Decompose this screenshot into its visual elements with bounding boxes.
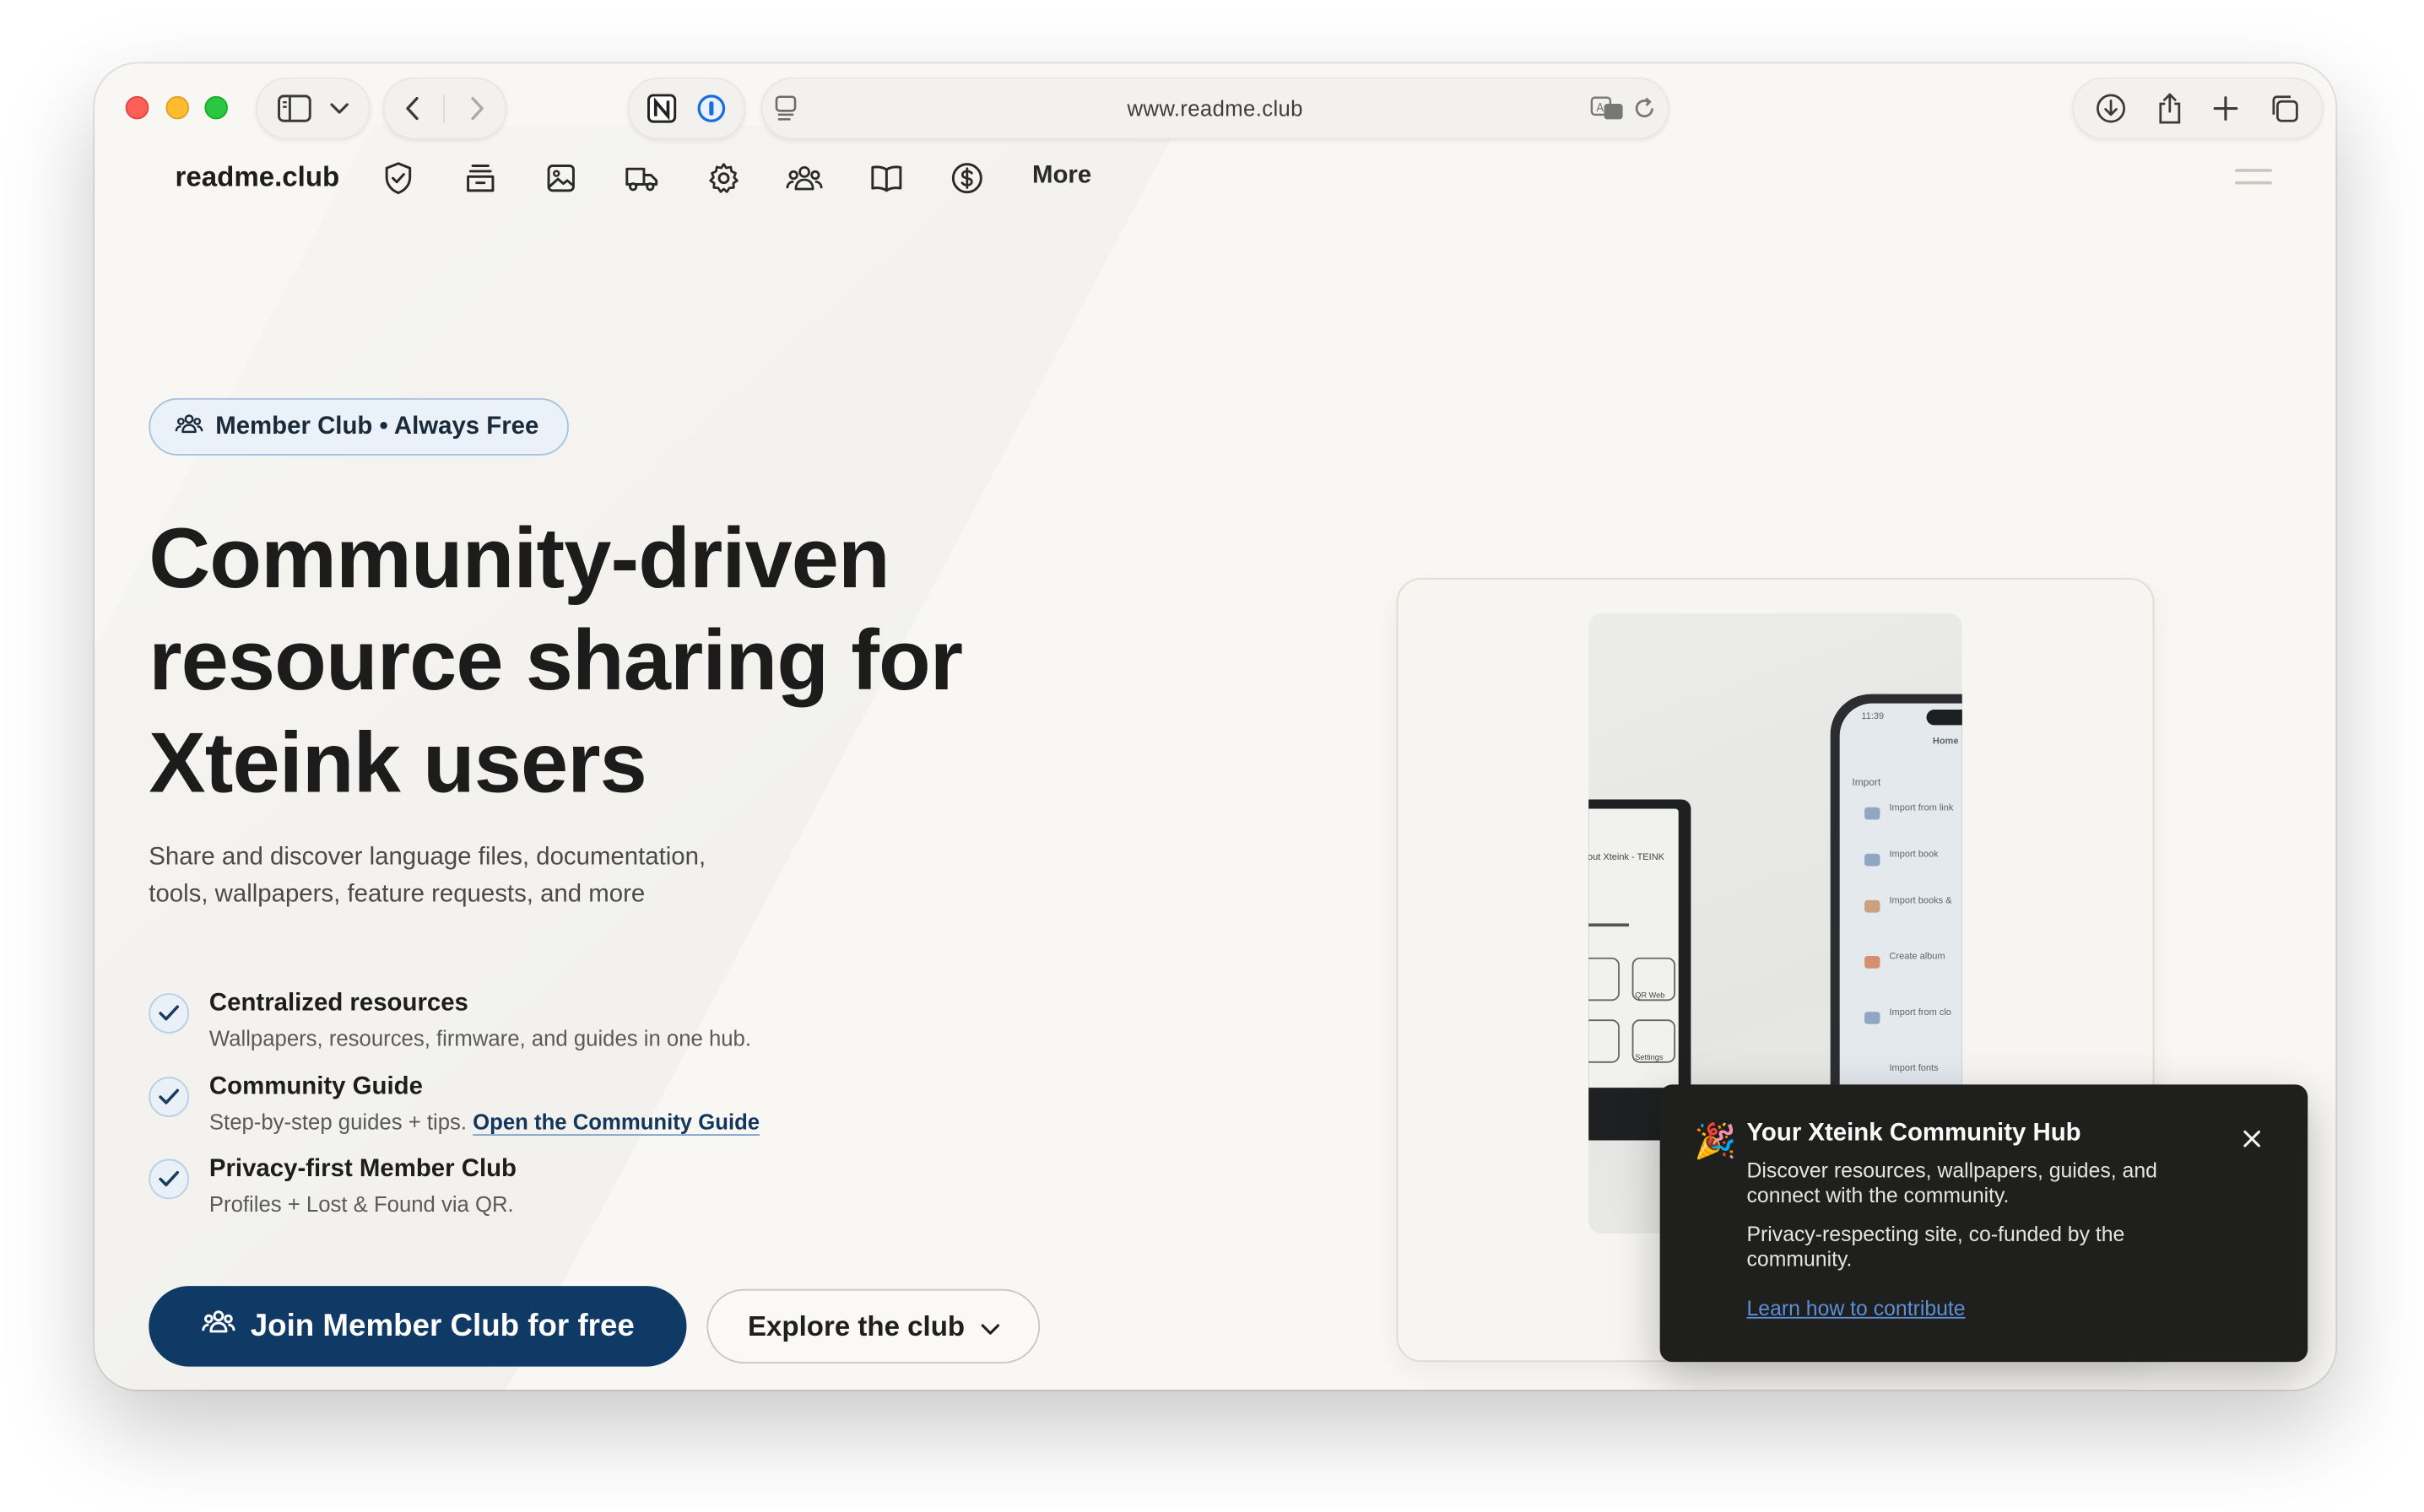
feature-description: Profiles + Lost & Found via QR. xyxy=(208,1191,514,1217)
phone-menu-item: Import books & xyxy=(1889,897,1952,907)
join-button-label: Join Member Club for free xyxy=(250,1308,635,1343)
feature-title: Privacy-first Member Club xyxy=(208,1155,517,1183)
password-manager-extension-icon[interactable] xyxy=(695,93,727,124)
browser-window: www.readme.club A readme.club More Membe… xyxy=(95,63,2336,1390)
toast-note: Privacy-respecting site, co-funded by th… xyxy=(1746,1222,2125,1271)
window-actions-group xyxy=(2072,77,2324,140)
phone-header: Home xyxy=(1932,737,1959,748)
image-icon[interactable] xyxy=(543,159,580,197)
hamburger-menu-icon[interactable] xyxy=(2234,169,2273,187)
feature-title: Community Guide xyxy=(208,1073,423,1100)
ereader-screen: bout Xteink - TEINK QR Web Settings xyxy=(1588,808,1679,1088)
check-icon xyxy=(149,993,190,1034)
phone-menu-item: Import from clo xyxy=(1889,1008,1951,1018)
sidebar-icon[interactable] xyxy=(278,94,311,122)
check-icon xyxy=(149,1077,190,1117)
open-book-icon[interactable] xyxy=(868,159,905,197)
phone-time: 11:39 xyxy=(1861,712,1885,722)
back-arrow-icon[interactable] xyxy=(404,96,419,121)
hero-title: Community-driven resource sharing for Xt… xyxy=(149,510,963,811)
explore-button-label: Explore the club xyxy=(747,1310,966,1342)
toast-title: Your Xteink Community Hub xyxy=(1746,1120,2081,1147)
phone-menu-item: Import from link xyxy=(1889,804,1954,814)
explore-club-button[interactable]: Explore the club xyxy=(706,1288,1041,1364)
badge-label: Member Club • Always Free xyxy=(215,413,539,440)
ereader-tile xyxy=(1588,1019,1620,1063)
member-club-badge: Member Club • Always Free xyxy=(149,397,569,456)
dollar-circle-icon[interactable] xyxy=(949,159,986,197)
feature-description-text: Step-by-step guides + tips. xyxy=(208,1109,468,1135)
users-icon xyxy=(175,412,203,443)
feature-description: Step-by-step guides + tips. Open the Com… xyxy=(209,1110,760,1134)
forward-arrow-icon[interactable] xyxy=(470,96,485,121)
toast-body: Discover resources, wallpapers, guides, … xyxy=(1746,1158,2157,1207)
chevron-down-icon xyxy=(980,1310,999,1343)
phone-menu-item: Import book xyxy=(1889,850,1939,861)
feature-title: Centralized resources xyxy=(208,990,468,1017)
svg-text:A: A xyxy=(1596,102,1604,115)
import-book-icon xyxy=(1864,853,1880,867)
zoom-window-button[interactable] xyxy=(204,95,228,120)
party-popper-icon: 🎉 xyxy=(1694,1121,1737,1161)
community-guide-link[interactable]: Open the Community Guide xyxy=(473,1110,760,1134)
phone-menu-item: Create album xyxy=(1889,953,1945,963)
share-icon[interactable] xyxy=(2156,91,2183,125)
phone-menu-item: Import fonts xyxy=(1889,1064,1939,1074)
translate-icon[interactable]: A xyxy=(1590,96,1624,121)
import-link-icon xyxy=(1864,807,1880,820)
hero-subtitle: Share and discover language files, docum… xyxy=(149,844,706,909)
ereader-tile-label: Settings xyxy=(1635,1053,1664,1063)
check-icon xyxy=(149,1158,190,1200)
ereader-tile-label: QR Web xyxy=(1635,991,1665,1002)
gear-icon[interactable] xyxy=(706,159,743,197)
sidebar-toggle-group xyxy=(255,77,371,140)
toolbar-divider xyxy=(444,94,446,123)
import-cloud-icon xyxy=(1864,1012,1880,1024)
minimize-window-button[interactable] xyxy=(165,95,190,120)
download-icon[interactable] xyxy=(2096,93,2127,124)
contribute-link[interactable]: Learn how to contribute xyxy=(1747,1297,1966,1320)
extensions-group xyxy=(627,77,746,140)
users-icon[interactable] xyxy=(786,159,823,197)
site-logo[interactable]: readme.club xyxy=(176,161,340,194)
close-window-button[interactable] xyxy=(125,95,149,120)
users-icon xyxy=(201,1308,235,1345)
import-books-icon xyxy=(1864,899,1880,913)
ereader-progress-bar xyxy=(1588,923,1629,927)
new-tab-icon[interactable] xyxy=(2212,94,2240,122)
archive-box-icon[interactable] xyxy=(462,159,499,197)
community-hub-toast: 🎉 Your Xteink Community Hub Discover res… xyxy=(1659,1084,2308,1363)
create-album-icon xyxy=(1864,955,1880,969)
history-navigation xyxy=(382,77,507,140)
join-member-club-button[interactable]: Join Member Club for free xyxy=(149,1286,687,1367)
phone-section-label: Import xyxy=(1852,777,1881,789)
chevron-down-icon[interactable] xyxy=(330,102,349,115)
ereader-tile xyxy=(1588,957,1620,1002)
url-text: www.readme.club xyxy=(1127,95,1303,122)
address-bar[interactable]: www.readme.club A xyxy=(760,77,1669,140)
tab-overview-icon[interactable] xyxy=(2269,93,2300,124)
nav-more-menu[interactable]: More xyxy=(1032,163,1091,191)
ereader-title-text: bout Xteink - TEINK xyxy=(1588,853,1665,863)
shield-check-icon[interactable] xyxy=(380,159,417,197)
reload-icon[interactable] xyxy=(1632,96,1657,121)
feature-description: Wallpapers, resources, firmware, and gui… xyxy=(208,1025,752,1051)
truck-icon[interactable] xyxy=(623,159,660,197)
notion-extension-icon[interactable] xyxy=(647,93,678,124)
close-icon[interactable] xyxy=(2237,1123,2268,1154)
phone-dynamic-island xyxy=(1926,710,1962,726)
